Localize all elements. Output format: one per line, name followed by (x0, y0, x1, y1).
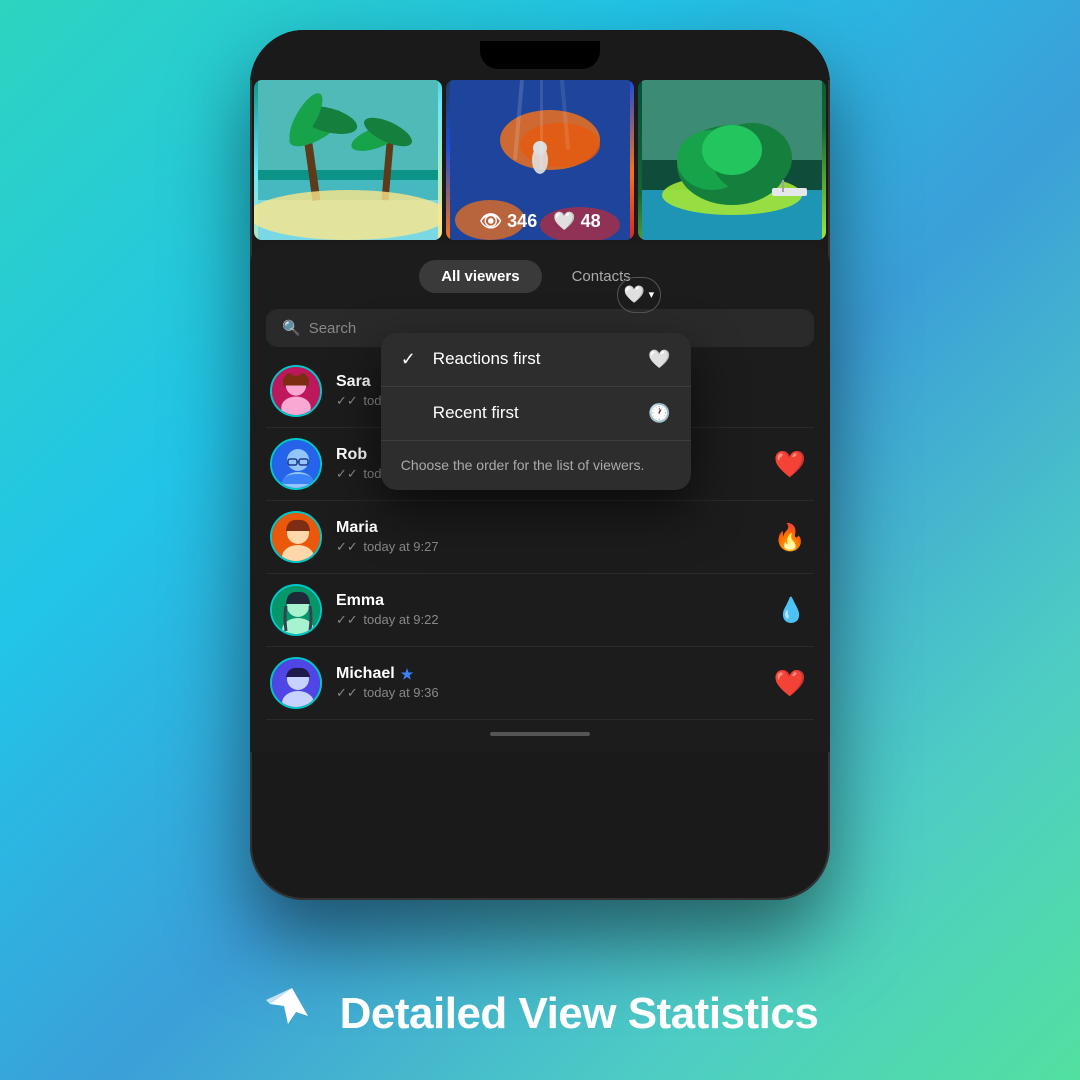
heart-outline-icon: 🤍 (623, 285, 644, 305)
avatar-sara-face (272, 367, 320, 415)
chevron-down-icon: ▾ (649, 288, 655, 301)
tab-all-viewers[interactable]: All viewers (419, 260, 541, 293)
double-check-icon-rob: ✓✓ (336, 466, 358, 481)
avatar-michael (270, 657, 322, 709)
reactions-first-label: Reactions first (433, 349, 649, 369)
avatar-rob (270, 438, 322, 490)
filter-tabs: All viewers Contacts 🤍 ▾ ✓ Reactions fir… (266, 260, 814, 293)
clock-icon: 🕐 (648, 403, 670, 424)
dropdown-tooltip-text: Choose the order for the list of viewers… (381, 440, 691, 490)
search-icon: 🔍 (282, 319, 301, 337)
avatar-sara (270, 365, 322, 417)
ocean-stats: 👁 346 🤍 48 (446, 211, 634, 232)
viewer-info-emma: Emma ✓✓ today at 9:22 (336, 592, 810, 628)
footer-section: Detailed View Statistics (0, 984, 1080, 1044)
recent-first-option[interactable]: ✓ Recent first 🕐 (381, 387, 691, 440)
media-thumb-ocean: 👁 346 🤍 48 (446, 80, 634, 240)
double-check-icon-maria: ✓✓ (336, 539, 358, 554)
media-thumb-island (638, 80, 826, 240)
double-check-icon-michael: ✓✓ (336, 685, 358, 700)
phone-status-bar (250, 30, 830, 80)
sort-button[interactable]: 🤍 ▾ (617, 277, 661, 313)
phone-mockup: 👁 346 🤍 48 (250, 30, 830, 900)
page-wrapper: 👁 346 🤍 48 (0, 0, 1080, 1080)
likes-stat: 🤍 48 (553, 211, 600, 232)
reaction-maria: 🔥 (774, 522, 806, 553)
viewer-time-emma: ✓✓ today at 9:22 (336, 612, 810, 628)
telegram-logo-icon (262, 984, 322, 1044)
recent-first-label: Recent first (433, 403, 649, 423)
empty-check-space: ✓ (401, 403, 421, 424)
reaction-michael: ❤️ (774, 668, 806, 699)
sort-dropdown-menu: ✓ Reactions first 🤍 ✓ Recent first 🕐 Cho… (381, 333, 691, 490)
eye-icon: 👁 (479, 211, 502, 232)
viewer-info-maria: Maria ✓✓ today at 9:27 (336, 519, 810, 555)
viewer-item-maria[interactable]: Maria ✓✓ today at 9:27 🔥 (266, 501, 814, 574)
double-check-icon-sara: ✓✓ (336, 393, 358, 408)
main-panel: All viewers Contacts 🤍 ▾ ✓ Reactions fir… (250, 244, 830, 752)
viewer-time-maria: ✓✓ today at 9:27 (336, 539, 810, 555)
checkmark-icon: ✓ (401, 349, 421, 370)
premium-star-icon: ★ (401, 666, 414, 683)
likes-count: 48 (581, 211, 601, 232)
media-thumbnails-row: 👁 346 🤍 48 (250, 80, 830, 240)
double-check-icon-emma: ✓✓ (336, 612, 358, 627)
viewer-item-emma[interactable]: Emma ✓✓ today at 9:22 💧 (266, 574, 814, 647)
viewer-name-emma: Emma (336, 592, 810, 610)
media-thumb-beach (254, 80, 442, 240)
phone-notch (480, 41, 600, 69)
viewer-name-michael: Michael ★ (336, 665, 810, 683)
footer-title: Detailed View Statistics (340, 989, 819, 1039)
viewer-item-michael[interactable]: Michael ★ ✓✓ today at 9:36 ❤️ (266, 647, 814, 720)
heart-icon: 🤍 (553, 211, 575, 232)
viewer-info-michael: Michael ★ ✓✓ today at 9:36 (336, 665, 810, 701)
search-placeholder: Search (309, 320, 357, 337)
home-indicator (490, 732, 590, 736)
reactions-first-option[interactable]: ✓ Reactions first 🤍 (381, 333, 691, 387)
viewer-time-michael: ✓✓ today at 9:36 (336, 685, 810, 701)
reaction-rob: ❤️ (774, 449, 806, 480)
avatar-maria (270, 511, 322, 563)
avatar-emma (270, 584, 322, 636)
reaction-emma: 💧 (776, 596, 806, 625)
reaction-heart-icon: 🤍 (648, 349, 670, 370)
views-count: 346 (507, 211, 537, 232)
views-stat: 👁 346 (479, 211, 537, 232)
viewer-name-maria: Maria (336, 519, 810, 537)
